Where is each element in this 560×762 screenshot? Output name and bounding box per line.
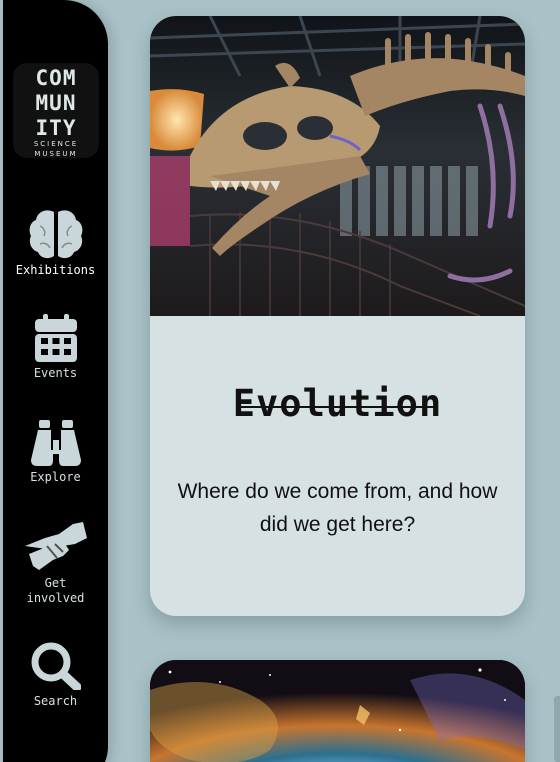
museum-logo[interactable]: COM MUN ITY SCIENCE MUSEUM: [13, 63, 99, 158]
calendar-icon: [34, 314, 77, 362]
nav-label-search: Search: [33, 694, 78, 708]
logo-line-5: MUSEUM: [34, 150, 78, 158]
nav-label-get: Get: [44, 576, 67, 590]
card-title[interactable]: Evolution: [150, 382, 525, 426]
brain-icon: [29, 210, 82, 259]
nebula-image: [150, 660, 525, 762]
scrollbar-thumb[interactable]: [554, 696, 560, 762]
nav-item-explore[interactable]: Explore: [3, 420, 108, 485]
handshake-icon: [24, 522, 87, 570]
nav-label-involved: involved: [26, 591, 85, 605]
search-icon: [31, 642, 81, 690]
nav-item-get-involved[interactable]: Get involved: [3, 520, 108, 606]
page: COM MUN ITY SCIENCE MUSEUM Exhibitions E…: [0, 0, 560, 762]
title-divider: [240, 406, 435, 408]
nav-item-exhibitions[interactable]: Exhibitions: [3, 208, 108, 278]
nav-label-exhibitions: Exhibitions: [15, 263, 96, 277]
logo-line-4: SCIENCE: [33, 140, 79, 148]
logo-line-3: ITY: [35, 116, 77, 140]
card-description: Where do we come from, and how did we ge…: [177, 480, 498, 536]
logo-line-1: COM: [35, 66, 77, 90]
logo-line-2: MUN: [35, 91, 77, 115]
dinosaur-skeleton-image: [150, 16, 525, 316]
nav-item-search[interactable]: Search: [3, 642, 108, 709]
exhibition-card-evolution[interactable]: Evolution Where do we come from, and how…: [150, 16, 525, 616]
binoculars-icon: [30, 420, 81, 466]
nav-label-explore: Explore: [30, 470, 81, 484]
nav-item-events[interactable]: Events: [3, 314, 108, 381]
exhibition-card-space[interactable]: [150, 660, 525, 762]
nav-label-events: Events: [33, 366, 78, 380]
